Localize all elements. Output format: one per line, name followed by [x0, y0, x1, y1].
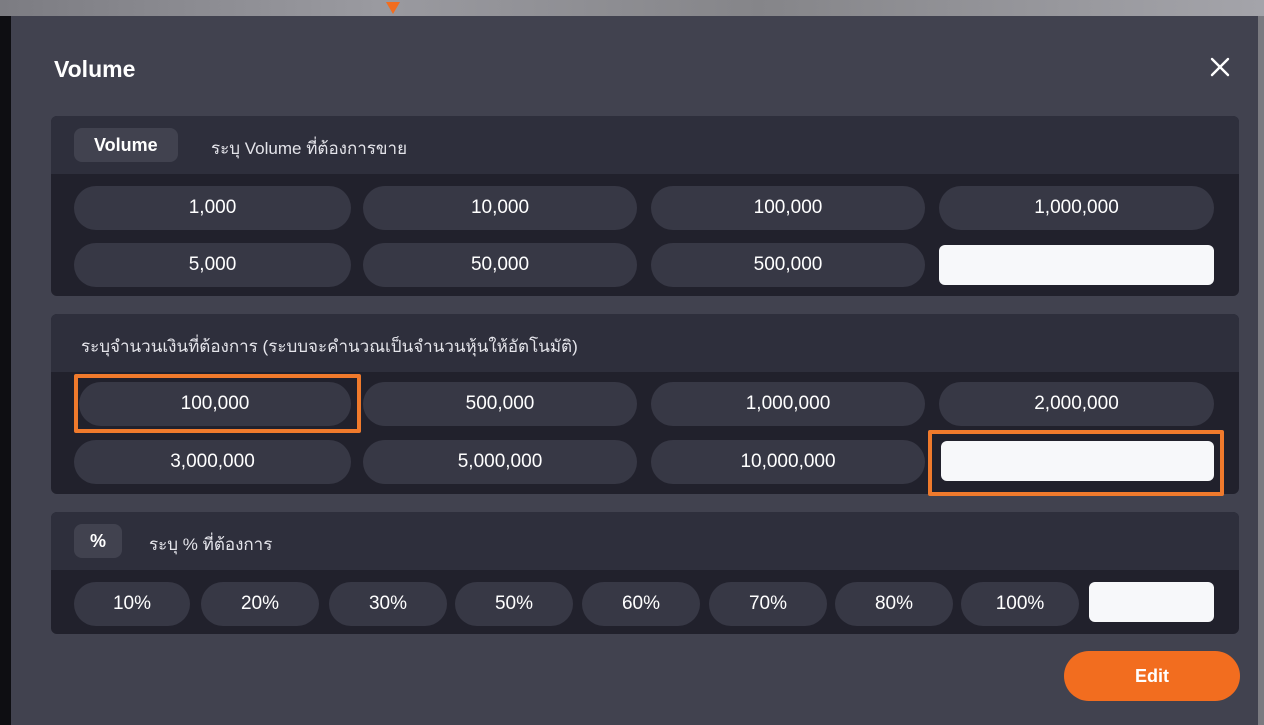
volume-option-50000[interactable]: 50,000 [363, 243, 637, 287]
background-strip [0, 0, 1264, 16]
volume-panel: Volume ระบุ Volume ที่ต้องการขาย 1,000 1… [51, 116, 1239, 296]
percent-chip: % [74, 524, 123, 558]
amount-option-2000000[interactable]: 2,000,000 [939, 382, 1214, 426]
volume-option-500000[interactable]: 500,000 [651, 243, 925, 287]
volume-custom-input[interactable] [939, 245, 1214, 285]
window-edge [0, 16, 11, 725]
amount-description: ระบุจำนวนเงินที่ต้องการ (ระบบจะคำนวณเป็น… [81, 337, 578, 356]
percent-option-80[interactable]: 80% [835, 582, 953, 626]
volume-option-1000[interactable]: 1,000 [74, 186, 351, 230]
edit-button[interactable]: Edit [1064, 651, 1240, 701]
percent-option-100[interactable]: 100% [961, 582, 1079, 626]
percent-custom-input[interactable] [1089, 582, 1214, 622]
amount-option-5000000[interactable]: 5,000,000 [363, 440, 637, 484]
volume-description: ระบุ Volume ที่ต้องการขาย [211, 139, 408, 158]
percent-option-70[interactable]: 70% [709, 582, 827, 626]
volume-option-1000000[interactable]: 1,000,000 [939, 186, 1214, 230]
percent-option-10[interactable]: 10% [74, 582, 190, 626]
volume-chip: Volume [74, 128, 178, 162]
percent-option-60[interactable]: 60% [582, 582, 700, 626]
window-edge-right [1258, 16, 1264, 725]
percent-option-50[interactable]: 50% [455, 582, 573, 626]
volume-panel-header: Volume ระบุ Volume ที่ต้องการขาย [51, 116, 1239, 174]
percent-option-20[interactable]: 20% [201, 582, 319, 626]
amount-option-500000[interactable]: 500,000 [363, 382, 637, 426]
tooltip-pointer-icon [386, 2, 400, 14]
close-button[interactable] [1205, 52, 1235, 82]
amount-option-10000000[interactable]: 10,000,000 [651, 440, 925, 484]
percent-panel-header: % ระบุ % ที่ต้องการ [51, 512, 1239, 570]
amount-option-3000000[interactable]: 3,000,000 [74, 440, 351, 484]
volume-dialog: Volume Volume ระบุ Volume ที่ต้องการขาย … [11, 16, 1258, 725]
close-icon [1210, 57, 1230, 77]
percent-panel: % ระบุ % ที่ต้องการ 10% 20% 30% 50% 60% … [51, 512, 1239, 634]
percent-description: ระบุ % ที่ต้องการ [149, 535, 273, 554]
percent-option-30[interactable]: 30% [329, 582, 447, 626]
amount-option-1000000[interactable]: 1,000,000 [651, 382, 925, 426]
amount-option-100000[interactable]: 100,000 [79, 382, 351, 426]
volume-option-100000[interactable]: 100,000 [651, 186, 925, 230]
amount-panel: ระบุจำนวนเงินที่ต้องการ (ระบบจะคำนวณเป็น… [51, 314, 1239, 496]
dialog-title: Volume [54, 56, 136, 82]
volume-option-10000[interactable]: 10,000 [363, 186, 637, 230]
amount-custom-input[interactable] [941, 441, 1214, 481]
amount-panel-header: ระบุจำนวนเงินที่ต้องการ (ระบบจะคำนวณเป็น… [51, 314, 1239, 372]
volume-option-5000[interactable]: 5,000 [74, 243, 351, 287]
